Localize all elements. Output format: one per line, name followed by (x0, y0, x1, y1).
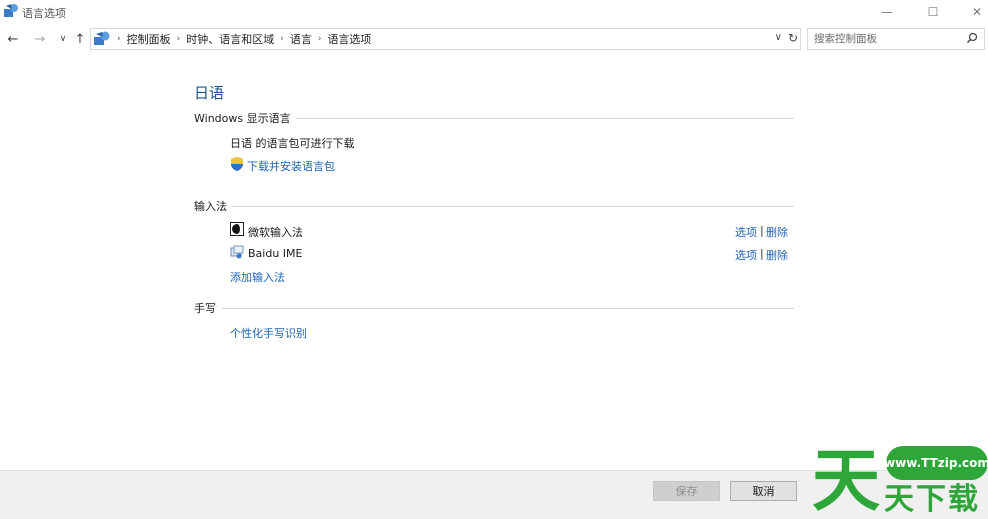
up-button[interactable]: ↑ (72, 31, 88, 47)
page-title: 日语 (194, 84, 225, 102)
personalize-handwriting-link[interactable]: 个性化手写识别 (230, 325, 307, 341)
handwriting-section-header: 手写 (194, 301, 794, 315)
chevron-down-icon[interactable]: ∨ (775, 32, 782, 43)
maximize-button[interactable]: ☐ (910, 0, 956, 24)
microsoft-ime-icon (230, 222, 244, 236)
forward-button[interactable]: → (32, 31, 48, 47)
watermark-logo: 天 www.TTzip.com 天下载 (810, 444, 988, 519)
watermark-text: 天下载 (884, 482, 980, 517)
ime-options-link[interactable]: 选项 (735, 224, 757, 240)
ime-name: Baidu IME (248, 247, 303, 260)
display-language-section-header: Windows 显示语言 (194, 111, 794, 125)
refresh-icon[interactable]: ↻ (788, 31, 798, 45)
navigation-bar: ← → ∨ ↑ › 控制面板 › 时钟、语言和区域 › 语言 › 语言选项 ∨ … (0, 24, 988, 54)
divider (296, 117, 794, 119)
ime-remove-link[interactable]: 删除 (766, 224, 788, 240)
language-pack-status: 日语 的语言包可进行下载 (230, 137, 355, 150)
search-box[interactable] (807, 28, 985, 50)
chevron-right-icon: › (117, 34, 121, 44)
link-separator: | (760, 224, 764, 237)
watermark-big-char: 天 (812, 442, 881, 519)
input-methods-section-header: 输入法 (194, 199, 794, 213)
address-bar[interactable]: › 控制面板 › 时钟、语言和区域 › 语言 › 语言选项 ∨ ↻ (90, 28, 801, 50)
download-language-pack-link[interactable]: 下载并安装语言包 (247, 158, 335, 174)
back-button[interactable]: ← (5, 31, 21, 47)
baidu-ime-icon (230, 245, 244, 259)
section-label: 手写 (194, 302, 216, 315)
chevron-right-icon[interactable]: › (177, 34, 181, 44)
ime-name: 微软输入法 (248, 226, 303, 239)
link-separator: | (760, 247, 764, 260)
title-bar: 语言选项 — ☐ ✕ (0, 0, 988, 24)
minimize-button[interactable]: — (864, 0, 910, 24)
control-panel-icon (94, 31, 110, 45)
recent-locations-button[interactable]: ∨ (55, 31, 71, 47)
breadcrumb-clock-language-region[interactable]: 时钟、语言和区域 (186, 31, 274, 47)
save-button[interactable]: 保存 (653, 481, 720, 501)
close-button[interactable]: ✕ (954, 0, 988, 24)
breadcrumb-language[interactable]: 语言 (290, 31, 312, 47)
section-label: 输入法 (194, 200, 227, 213)
breadcrumb-language-options[interactable]: 语言选项 (327, 31, 371, 47)
chevron-right-icon[interactable]: › (318, 34, 322, 44)
shield-icon (231, 157, 243, 171)
ime-options-link[interactable]: 选项 (735, 247, 757, 263)
breadcrumb-control-panel[interactable]: 控制面板 (127, 31, 171, 47)
watermark-url: www.TTzip.com (884, 446, 988, 480)
window-title: 语言选项 (22, 7, 66, 20)
control-panel-icon (4, 4, 18, 17)
divider (222, 307, 794, 309)
search-input[interactable] (808, 29, 958, 49)
divider (233, 205, 794, 207)
cancel-button[interactable]: 取消 (730, 481, 797, 501)
section-label: Windows 显示语言 (194, 112, 291, 125)
add-input-method-link[interactable]: 添加输入法 (230, 269, 285, 285)
search-icon[interactable] (966, 32, 978, 44)
main-content: 日语 Windows 显示语言 日语 的语言包可进行下载 下载并安装语言包 输入… (0, 54, 988, 470)
chevron-right-icon[interactable]: › (280, 34, 284, 44)
ime-remove-link[interactable]: 删除 (766, 247, 788, 263)
